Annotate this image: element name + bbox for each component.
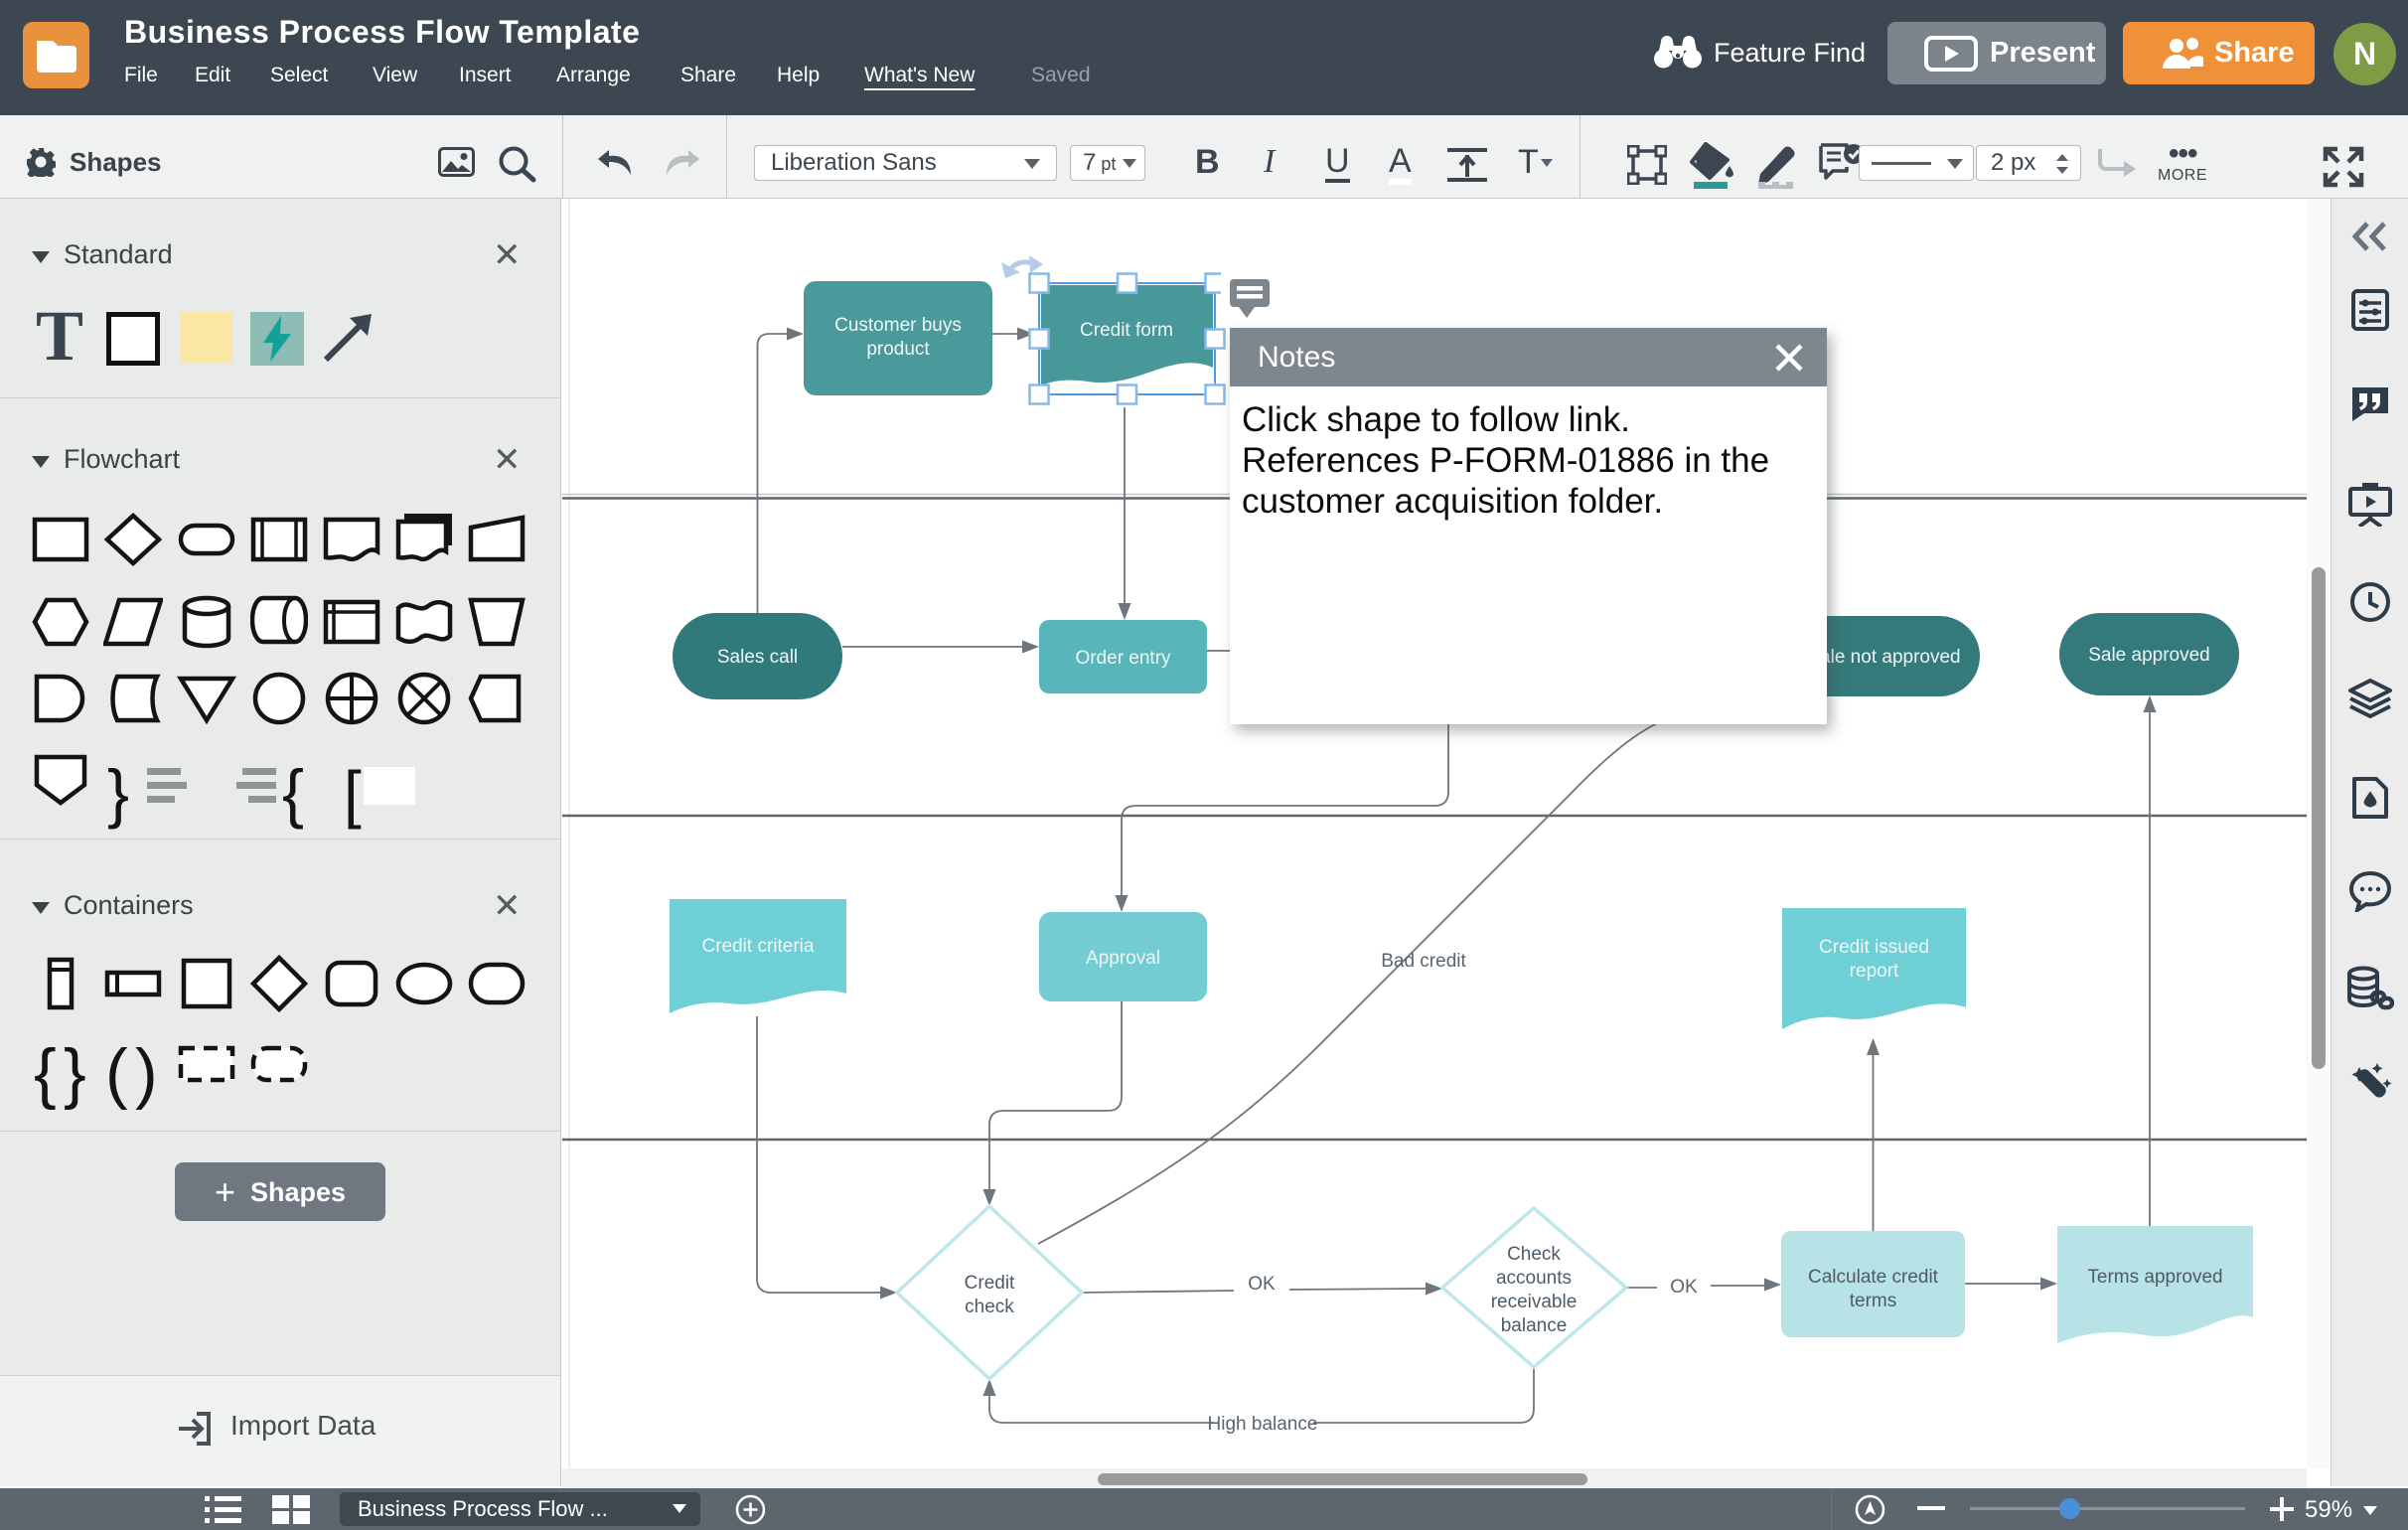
- svg-text:Approval: Approval: [1086, 948, 1160, 969]
- svg-text:Terms approved: Terms approved: [2087, 1267, 2222, 1288]
- svg-text:report: report: [1850, 961, 1899, 982]
- svg-text:Order entry: Order entry: [1075, 648, 1171, 669]
- svg-text:OK: OK: [1670, 1277, 1698, 1298]
- svg-text:check: check: [965, 1297, 1014, 1317]
- svg-text:Check: Check: [1507, 1244, 1561, 1265]
- svg-text:Sale approved: Sale approved: [2088, 645, 2210, 666]
- svg-text:product: product: [866, 339, 930, 360]
- svg-text:Credit: Credit: [965, 1273, 1015, 1294]
- svg-text:Credit form: Credit form: [1080, 320, 1173, 341]
- svg-text:Credit criteria: Credit criteria: [702, 936, 815, 957]
- svg-text:High balance: High balance: [1208, 1414, 1318, 1435]
- svg-text:Customer buys: Customer buys: [834, 315, 962, 336]
- svg-text:Calculate credit: Calculate credit: [1808, 1267, 1939, 1288]
- svg-text:Bad credit: Bad credit: [1381, 951, 1466, 972]
- svg-text:Credit issued: Credit issued: [1819, 937, 1929, 958]
- svg-text:balance: balance: [1501, 1315, 1568, 1336]
- svg-text:terms: terms: [1850, 1291, 1897, 1311]
- svg-text:Sale not approved: Sale not approved: [1807, 647, 1960, 668]
- svg-text:Sales call: Sales call: [717, 647, 798, 668]
- svg-text:receivable: receivable: [1491, 1292, 1578, 1312]
- svg-text:OK: OK: [1248, 1274, 1276, 1295]
- svg-text:accounts: accounts: [1496, 1268, 1572, 1289]
